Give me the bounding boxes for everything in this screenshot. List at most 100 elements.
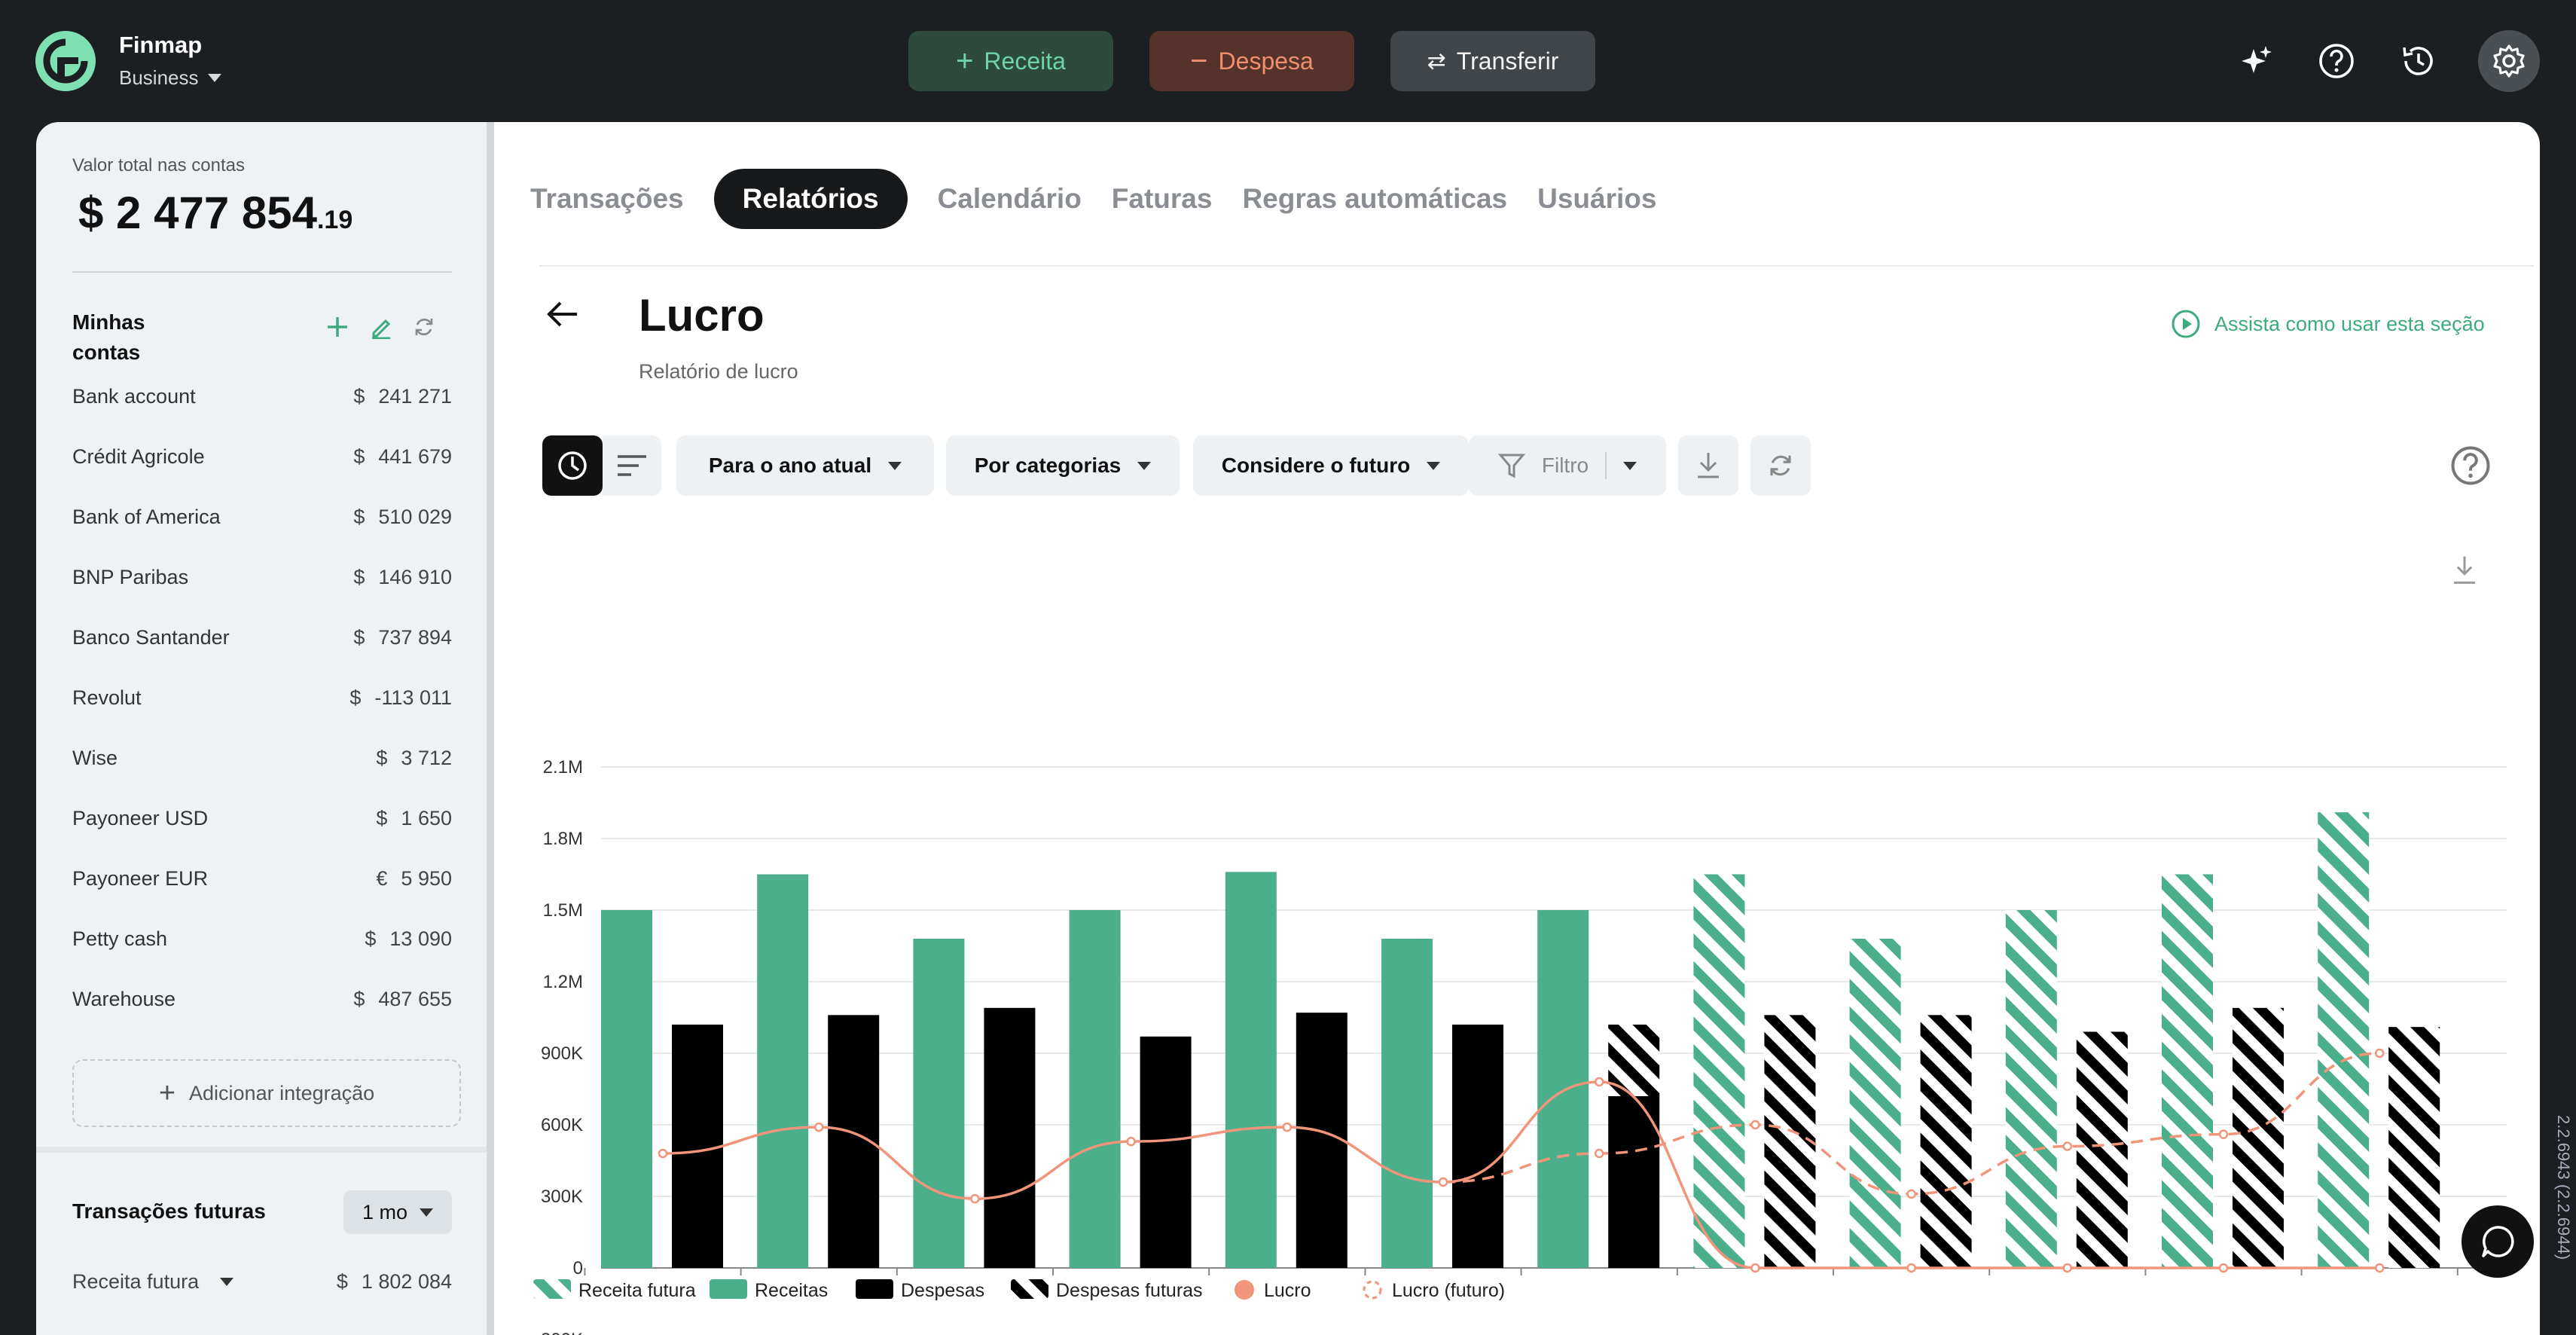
legend-label[interactable]: Receita futura: [578, 1280, 696, 1301]
refresh-icon[interactable]: [413, 316, 435, 338]
filter-dropdown[interactable]: Filtro: [1469, 435, 1666, 496]
account-row[interactable]: Payoneer EUR €5 950: [72, 863, 452, 894]
legend-label[interactable]: Despesas futuras: [1056, 1280, 1203, 1301]
point-lucro[interactable]: [1906, 1263, 1916, 1273]
finmap-logo-icon[interactable]: [33, 29, 98, 93]
bar-receitas[interactable]: [913, 939, 965, 1268]
y-tick-label: - 300K: [530, 1330, 583, 1335]
period-dropdown[interactable]: Para o ano atual: [676, 435, 934, 496]
bar-receita-futura[interactable]: [1693, 874, 1745, 1269]
bar-receitas[interactable]: [1537, 910, 1589, 1268]
legend-label[interactable]: Lucro (futuro): [1392, 1280, 1505, 1301]
point-lucro-futuro[interactable]: [1594, 1148, 1604, 1159]
legend-label[interactable]: Receitas: [755, 1280, 828, 1301]
gear-icon[interactable]: [2486, 38, 2532, 84]
point-lucro-futuro[interactable]: [2374, 1048, 2385, 1059]
point-lucro[interactable]: [2374, 1263, 2385, 1273]
point-lucro-futuro[interactable]: [1906, 1189, 1916, 1199]
bar-receita-futura[interactable]: [2005, 910, 2057, 1268]
add-integration-button[interactable]: + Adicionar integração: [72, 1059, 461, 1127]
point-lucro[interactable]: [970, 1193, 980, 1204]
add-expense-label: Despesa: [1218, 47, 1314, 75]
chevron-down-icon[interactable]: [220, 1278, 234, 1286]
bar-despesas-futuras[interactable]: [2388, 1027, 2440, 1268]
point-lucro[interactable]: [1750, 1263, 1760, 1273]
tab-users[interactable]: Usuários: [1522, 169, 1671, 229]
account-row[interactable]: Banco Santander $737 894: [72, 622, 452, 652]
legend-label[interactable]: Despesas: [901, 1280, 984, 1301]
edit-pencil-icon[interactable]: [369, 315, 393, 339]
bar-receita-futura[interactable]: [2318, 812, 2370, 1268]
bar-despesas-futuras[interactable]: [1920, 1015, 1972, 1268]
y-tick-label: 2.1M: [543, 757, 583, 777]
legend-swatch: [856, 1279, 893, 1299]
account-row[interactable]: Petty cash $13 090: [72, 924, 452, 954]
grouping-dropdown[interactable]: Por categorias: [946, 435, 1180, 496]
tab-calendar[interactable]: Calendário: [923, 169, 1097, 229]
point-lucro[interactable]: [813, 1122, 824, 1132]
account-name: Banco Santander: [72, 625, 230, 649]
point-lucro[interactable]: [2062, 1263, 2073, 1273]
help-icon[interactable]: [2314, 38, 2359, 84]
account-row[interactable]: Bank of America $510 029: [72, 502, 452, 532]
transfer-button[interactable]: ⇄ Transferir: [1390, 31, 1595, 91]
bar-despesas-futuras[interactable]: [1764, 1015, 1816, 1268]
bar-receita-futura[interactable]: [2162, 874, 2213, 1269]
account-row[interactable]: Bank account $241 271: [72, 381, 452, 411]
bar-despesas[interactable]: [1140, 1036, 1192, 1268]
bar-despesas-futuras[interactable]: [2233, 1007, 2284, 1268]
tab-invoices[interactable]: Faturas: [1097, 169, 1228, 229]
account-row[interactable]: Wise $3 712: [72, 743, 452, 773]
bar-despesas-futuras[interactable]: [2076, 1031, 2128, 1269]
chart-view-button[interactable]: [542, 435, 603, 496]
bar-despesas[interactable]: [1296, 1013, 1348, 1268]
bar-receitas[interactable]: [1069, 910, 1121, 1268]
account-row[interactable]: BNP Paribas $146 910: [72, 562, 452, 592]
account-row[interactable]: Revolut $ -113 011: [72, 683, 452, 713]
watch-tutorial-link[interactable]: Assista como usar esta seção: [2171, 309, 2485, 339]
account-row[interactable]: Payoneer USD $1 650: [72, 803, 452, 833]
refresh-report-button[interactable]: [1750, 435, 1811, 496]
bar-despesas[interactable]: [672, 1025, 723, 1268]
ai-sparkle-icon[interactable]: [2234, 38, 2279, 84]
bar-receitas[interactable]: [1225, 872, 1277, 1268]
chart-download-icon[interactable]: [2449, 553, 2480, 586]
future-income-row[interactable]: Receita futura $1 802 084: [72, 1270, 452, 1294]
bar-despesas[interactable]: [984, 1007, 1036, 1268]
sidebar-scrollbar[interactable]: [487, 122, 494, 1335]
add-account-icon[interactable]: [325, 315, 349, 339]
bar-receitas[interactable]: [601, 910, 652, 1268]
add-expense-button[interactable]: − Despesa: [1149, 31, 1354, 91]
future-period-select[interactable]: 1 mo: [343, 1190, 452, 1234]
point-lucro[interactable]: [1282, 1122, 1293, 1132]
support-chat-button[interactable]: [2462, 1205, 2534, 1278]
future-period-value: 1 mo: [362, 1200, 408, 1223]
tab-reports[interactable]: Relatórios: [713, 169, 908, 229]
bar-receitas[interactable]: [1381, 939, 1433, 1268]
history-icon[interactable]: [2395, 38, 2440, 84]
legend-label[interactable]: Lucro: [1264, 1280, 1311, 1301]
point-lucro[interactable]: [2218, 1263, 2229, 1273]
point-lucro-futuro[interactable]: [1750, 1120, 1760, 1130]
bar-receita-futura[interactable]: [1849, 939, 1901, 1268]
point-lucro[interactable]: [1126, 1136, 1136, 1147]
back-arrow-icon[interactable]: [544, 295, 581, 333]
future-dropdown[interactable]: Considere o futuro: [1193, 435, 1469, 496]
workspace-switcher[interactable]: Finmap Business: [119, 32, 221, 90]
tab-transactions[interactable]: Transações: [530, 169, 699, 229]
account-row[interactable]: Warehouse $487 655: [72, 984, 452, 1014]
add-income-button[interactable]: + Receita: [908, 31, 1113, 91]
point-lucro-futuro[interactable]: [1438, 1177, 1448, 1187]
point-lucro-futuro[interactable]: [2218, 1129, 2229, 1139]
point-lucro[interactable]: [1594, 1077, 1604, 1087]
account-row[interactable]: Crédit Agricole $441 679: [72, 441, 452, 472]
bar-despesas[interactable]: [1452, 1025, 1503, 1268]
tab-automatic-rules[interactable]: Regras automáticas: [1227, 169, 1522, 229]
bar-receitas[interactable]: [757, 874, 809, 1269]
workspace-name: Business: [119, 66, 199, 89]
list-view-button[interactable]: [603, 435, 661, 496]
point-lucro[interactable]: [658, 1148, 668, 1159]
download-report-button[interactable]: [1678, 435, 1738, 496]
point-lucro-futuro[interactable]: [2062, 1141, 2073, 1151]
help-icon[interactable]: [2449, 444, 2492, 487]
